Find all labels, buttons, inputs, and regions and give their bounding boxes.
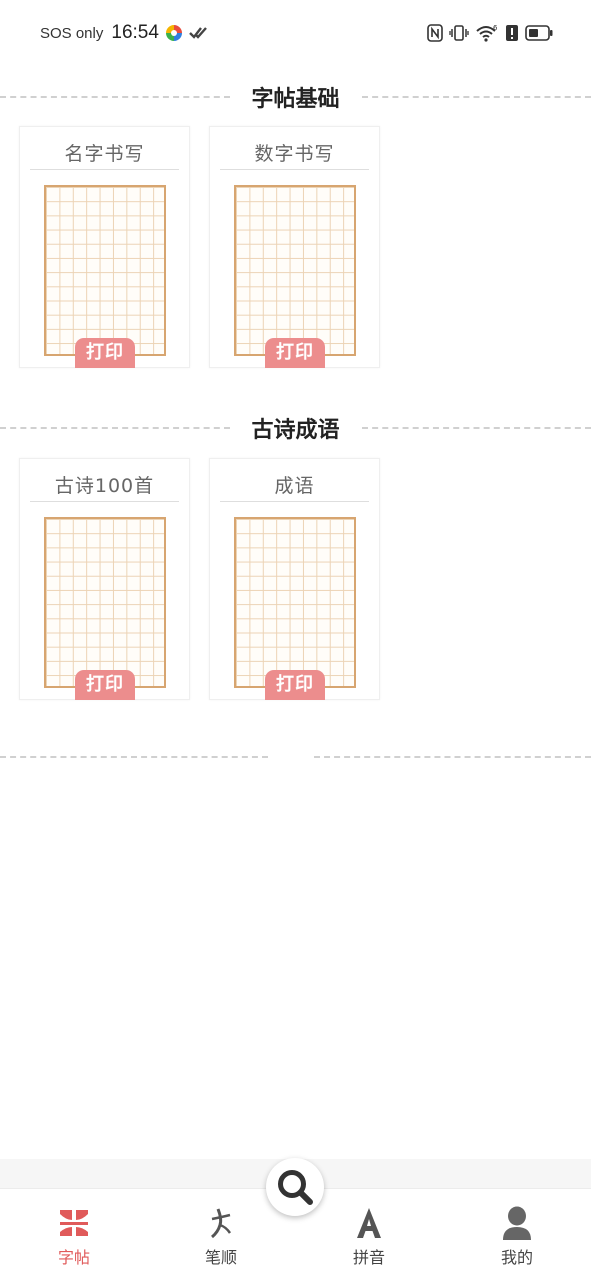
card-title: 数字书写 (220, 139, 369, 170)
card-title: 成语 (220, 471, 369, 502)
grid-preview (234, 517, 356, 688)
check-badge-icon (189, 26, 207, 40)
clock-time: 16:54 (111, 22, 159, 43)
print-button[interactable]: 打印 (265, 670, 325, 700)
status-bar: SOS only 16:54 6 (0, 0, 591, 66)
divider (314, 756, 591, 758)
app-logo-icon (165, 24, 183, 42)
divider (0, 756, 268, 758)
copybook-card[interactable]: 成语 打印 (209, 458, 380, 700)
grid-preview (234, 185, 356, 356)
search-icon (275, 1167, 315, 1207)
copybook-icon (54, 1203, 94, 1243)
nfc-icon (427, 24, 443, 42)
carrier-text: SOS only (40, 24, 104, 42)
copybook-card[interactable]: 数字书写 打印 (209, 126, 380, 368)
wifi-6-icon: 6 (475, 24, 499, 42)
section-title: 字帖基础 (251, 87, 340, 112)
divider (361, 96, 591, 98)
battery-alert-icon (505, 24, 519, 42)
section-title: 古诗成语 (251, 418, 340, 443)
print-button[interactable]: 打印 (265, 338, 325, 368)
tab-label: 笔顺 (204, 1248, 237, 1267)
section-divider (0, 742, 591, 772)
print-button[interactable]: 打印 (75, 338, 135, 368)
status-right: 6 (427, 24, 553, 42)
status-left: SOS only 16:54 (40, 22, 207, 44)
vibrate-icon (449, 24, 469, 42)
tab-copybook[interactable]: 字帖 (24, 1189, 124, 1281)
grid-preview (44, 517, 166, 688)
tab-stroke-order[interactable]: 笔顺 (171, 1189, 271, 1281)
tab-pinyin[interactable]: 拼音 (319, 1189, 419, 1281)
battery-icon (525, 25, 553, 41)
tab-label: 拼音 (352, 1248, 385, 1267)
svg-text:6: 6 (493, 24, 498, 32)
pinyin-a-icon (349, 1203, 389, 1243)
tab-label: 我的 (500, 1248, 533, 1267)
divider (0, 96, 230, 98)
tab-label: 字帖 (57, 1248, 90, 1267)
card-title: 古诗100首 (30, 471, 179, 502)
stroke-order-icon (201, 1203, 241, 1243)
divider (0, 427, 230, 429)
divider (361, 427, 591, 429)
section-header: 古诗成语 (0, 413, 591, 443)
print-button[interactable]: 打印 (75, 670, 135, 700)
tab-profile[interactable]: 我的 (467, 1189, 567, 1281)
copybook-card[interactable]: 名字书写 打印 (19, 126, 190, 368)
section-header: 字帖基础 (0, 82, 591, 112)
profile-icon (497, 1203, 537, 1243)
copybook-card[interactable]: 古诗100首 打印 (19, 458, 190, 700)
search-button[interactable] (266, 1158, 324, 1216)
card-title: 名字书写 (30, 139, 179, 170)
grid-preview (44, 185, 166, 356)
